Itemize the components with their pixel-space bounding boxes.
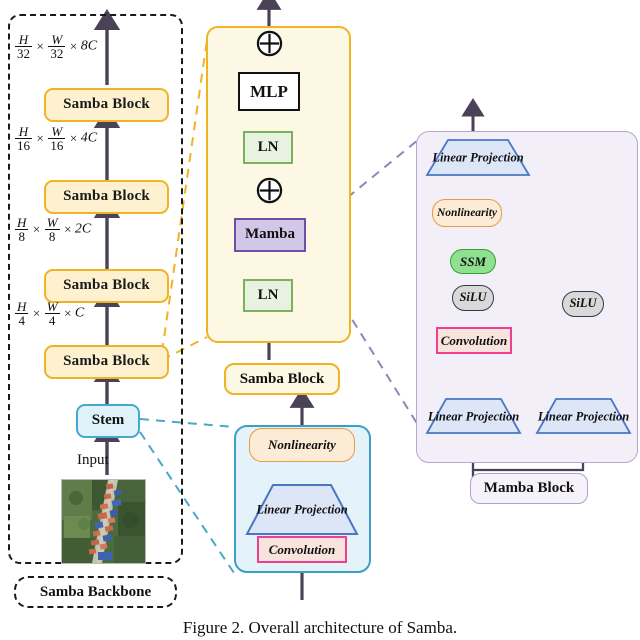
satellite-image-svg bbox=[62, 480, 145, 563]
dim-label-stage4: H 32 × W 32 × 8C bbox=[14, 33, 97, 60]
backbone-samba-block-stage1[interactable]: Samba Block bbox=[44, 345, 169, 379]
samba-backbone-label: Samba Backbone bbox=[14, 576, 177, 608]
plus-circle-icon-bottom bbox=[256, 177, 282, 203]
fraction-w-16: W 16 bbox=[48, 124, 66, 153]
fraction-w-8: W 8 bbox=[44, 215, 60, 244]
mamba-block-panel-label-text: Mamba Block bbox=[483, 480, 575, 496]
times-symbol: × bbox=[36, 130, 44, 146]
channels-4c: 4C bbox=[80, 130, 98, 146]
times-symbol: × bbox=[36, 38, 44, 54]
samba-ln-top-label: LN bbox=[257, 138, 279, 155]
samba-add-top-icon bbox=[252, 30, 286, 56]
mamba-silu-right-block[interactable]: SiLU bbox=[562, 291, 604, 317]
figure-caption: Figure 2. Overall architecture of Samba. bbox=[0, 618, 640, 638]
backbone-samba-block-stage3-label: Samba Block bbox=[63, 188, 150, 205]
fraction-h-4: H 4 bbox=[15, 299, 29, 328]
mamba-silu-left-block[interactable]: SiLU bbox=[452, 285, 494, 311]
mamba-linear-projection-left-block[interactable]: Linear Projection bbox=[425, 398, 522, 435]
input-satellite-image bbox=[61, 479, 146, 564]
mamba-block-panel-label: Mamba Block bbox=[470, 473, 588, 504]
backbone-samba-block-stage1-label: Samba Block bbox=[63, 353, 150, 370]
mamba-linear-projection-out-block[interactable]: Linear Projection bbox=[425, 139, 531, 177]
times-symbol: × bbox=[64, 305, 72, 321]
dim-label-stage3: H 16 × W 16 × 4C bbox=[14, 125, 97, 152]
channels-8c: 8C bbox=[80, 38, 98, 54]
backbone-samba-block-stage4-label: Samba Block bbox=[63, 96, 150, 113]
fraction-h-16: H 16 bbox=[15, 124, 32, 153]
samba-ln-bottom-label: LN bbox=[257, 286, 279, 303]
backbone-samba-block-stage2-label: Samba Block bbox=[63, 277, 150, 294]
stem-linear-projection-block[interactable]: Linear Projection bbox=[245, 484, 359, 536]
mamba-nonlinearity-label: Nonlinearity bbox=[436, 206, 498, 219]
backbone-samba-block-stage3[interactable]: Samba Block bbox=[44, 180, 169, 214]
times-symbol: × bbox=[69, 130, 78, 146]
plus-circle-icon-top bbox=[256, 30, 282, 56]
fraction-h-8: H 8 bbox=[15, 215, 29, 244]
samba-block-panel-label-text: Samba Block bbox=[239, 370, 325, 387]
trapezoid-shape bbox=[245, 484, 359, 535]
backbone-stem-block[interactable]: Stem bbox=[76, 404, 140, 438]
times-symbol: × bbox=[32, 221, 41, 237]
fraction-w-4: W 4 bbox=[44, 299, 60, 328]
dim-label-stage2: H 8 × W 8 × 2C bbox=[14, 216, 91, 243]
samba-mamba-block[interactable]: Mamba bbox=[234, 218, 306, 252]
figure-caption-text: Figure 2. Overall architecture of Samba. bbox=[182, 618, 458, 637]
mamba-convolution-block[interactable]: Convolution bbox=[436, 327, 512, 354]
stem-nonlinearity-block[interactable]: Nonlinearity bbox=[249, 428, 355, 462]
dim-label-stage1: H 4 × W 4 × C bbox=[14, 300, 84, 327]
samba-add-bottom-icon bbox=[252, 177, 286, 203]
samba-mamba-label: Mamba bbox=[245, 226, 295, 243]
stem-nonlinearity-label: Nonlinearity bbox=[268, 437, 336, 453]
samba-mlp-block[interactable]: MLP bbox=[238, 72, 300, 111]
figure-container: Samba Backbone H 32 × W 32 × 8C Samba Bl… bbox=[0, 0, 640, 640]
mamba-silu-right-label: SiLU bbox=[569, 296, 597, 311]
mamba-ssm-block[interactable]: SSM bbox=[450, 249, 496, 274]
mamba-convolution-label: Convolution bbox=[440, 332, 508, 348]
backbone-stem-label: Stem bbox=[91, 412, 125, 429]
stem-convolution-label: Convolution bbox=[268, 541, 336, 557]
mamba-silu-left-label: SiLU bbox=[459, 290, 487, 305]
samba-backbone-label-text: Samba Backbone bbox=[39, 583, 152, 600]
samba-block-panel-label: Samba Block bbox=[224, 363, 340, 395]
mamba-linear-projection-right-block[interactable]: Linear Projection bbox=[535, 398, 632, 435]
trapezoid-shape bbox=[425, 398, 522, 434]
trapezoid-shape bbox=[535, 398, 632, 434]
mamba-ssm-label: SSM bbox=[459, 253, 487, 269]
samba-ln-top-block[interactable]: LN bbox=[243, 131, 293, 164]
samba-ln-bottom-block[interactable]: LN bbox=[243, 279, 293, 312]
stem-convolution-block[interactable]: Convolution bbox=[257, 536, 347, 563]
channels-c: C bbox=[74, 305, 85, 321]
input-label: Input bbox=[77, 452, 109, 468]
samba-mlp-label: MLP bbox=[250, 81, 288, 101]
backbone-samba-block-stage2[interactable]: Samba Block bbox=[44, 269, 169, 303]
fraction-h-32: H 32 bbox=[15, 32, 32, 61]
fraction-w-32: W 32 bbox=[48, 32, 66, 61]
mamba-nonlinearity-block[interactable]: Nonlinearity bbox=[432, 199, 502, 227]
backbone-samba-block-stage4[interactable]: Samba Block bbox=[44, 88, 169, 122]
times-symbol: × bbox=[69, 38, 78, 54]
trapezoid-shape bbox=[425, 139, 531, 176]
channels-2c: 2C bbox=[74, 221, 92, 237]
times-symbol: × bbox=[32, 305, 41, 321]
times-symbol: × bbox=[64, 221, 72, 237]
